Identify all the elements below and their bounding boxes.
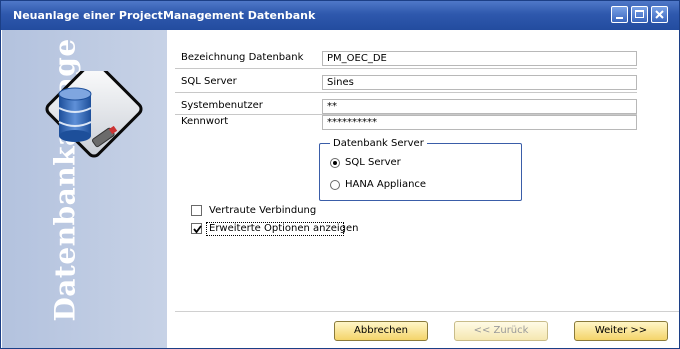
sql-server-label: SQL Server — [181, 76, 237, 87]
radio-sql-server[interactable] — [330, 158, 340, 168]
password-label: Kennwort — [181, 116, 229, 127]
db-name-field[interactable]: PM_OEC_DE — [322, 51, 637, 66]
bottom-divider — [175, 311, 679, 312]
title-bar[interactable]: Neuanlage einer ProjectManagement Datenb… — [1, 1, 679, 30]
system-user-field[interactable]: ** — [322, 99, 637, 114]
back-button[interactable]: << Zurück — [454, 321, 548, 341]
checkmark-icon — [193, 225, 202, 234]
system-user-label: Systembenutzer — [181, 100, 263, 111]
checkbox-advanced-options[interactable] — [191, 223, 202, 234]
cancel-button[interactable]: Abbrechen — [334, 321, 428, 341]
radio-hana-appliance[interactable] — [330, 180, 340, 190]
checkbox-trusted-connection[interactable] — [191, 205, 202, 216]
checkbox-advanced-options-label[interactable]: Erweiterte Optionen anzeigen — [209, 223, 359, 234]
password-field[interactable]: ********** — [322, 115, 637, 130]
sql-server-field[interactable]: Sines — [322, 75, 637, 90]
radio-sql-server-label[interactable]: SQL Server — [345, 157, 401, 168]
db-server-group — [319, 143, 522, 201]
database-icon — [44, 60, 144, 171]
divider — [175, 92, 637, 93]
dialog-window: Neuanlage einer ProjectManagement Datenb… — [0, 0, 680, 349]
divider — [175, 68, 637, 69]
close-icon[interactable] — [651, 6, 668, 23]
checkbox-trusted-connection-label[interactable]: Vertraute Verbindung — [209, 205, 316, 216]
minimize-icon[interactable] — [611, 6, 628, 23]
db-server-group-title: Datenbank Server — [330, 138, 427, 149]
window-title: Neuanlage einer ProjectManagement Datenb… — [13, 9, 316, 22]
db-name-label: Bezeichnung Datenbank — [181, 52, 304, 63]
sidebar-panel: Datenbankanlage — [2, 30, 167, 348]
radio-hana-appliance-label[interactable]: HANA Appliance — [345, 179, 426, 190]
maximize-icon[interactable] — [631, 6, 648, 23]
next-button[interactable]: Weiter >> — [574, 321, 668, 341]
